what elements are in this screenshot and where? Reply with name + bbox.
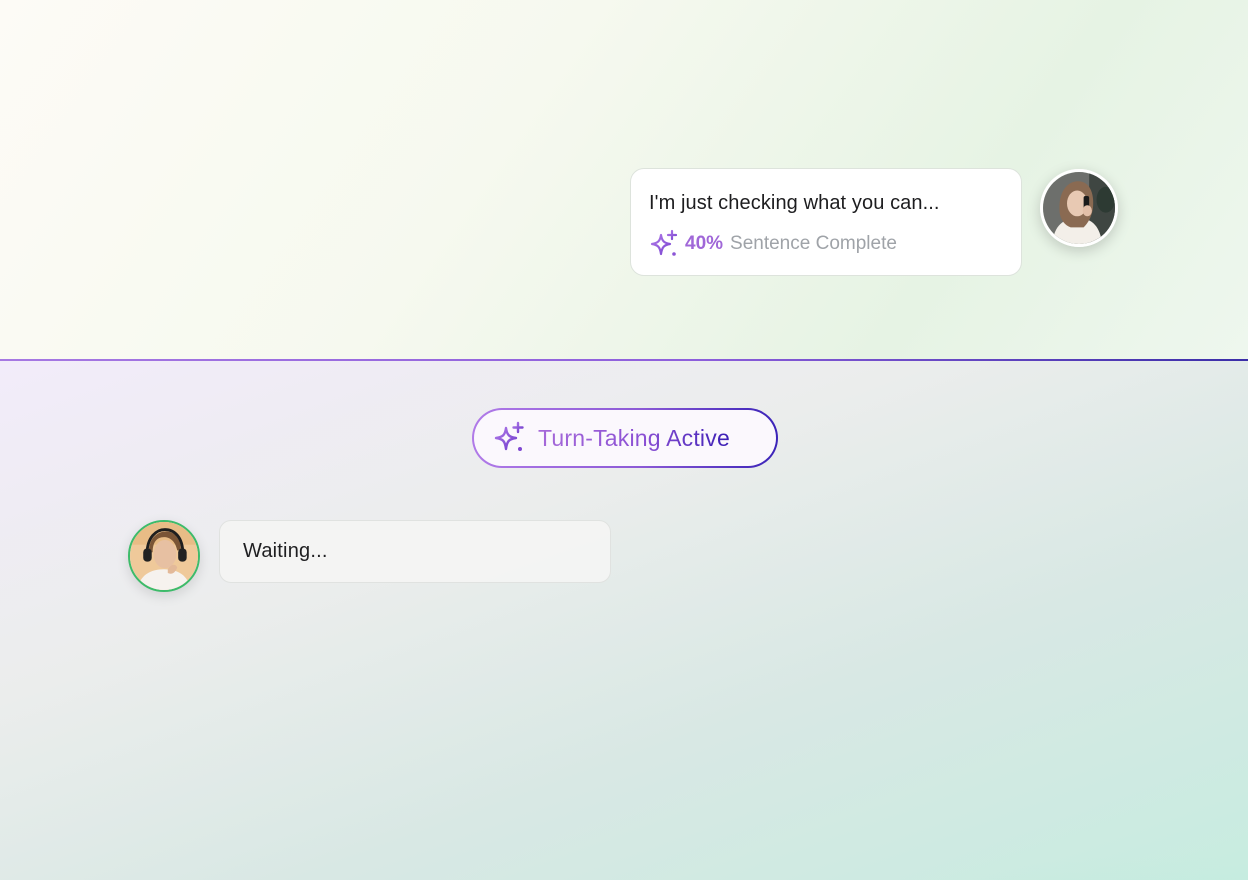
- agent-avatar-image: [130, 522, 198, 590]
- agent-avatar: [128, 520, 200, 592]
- sparkle-icon: [650, 229, 678, 256]
- reply-status-text: Waiting...: [243, 540, 328, 562]
- status-badge-label: Turn-Taking Active: [538, 424, 730, 451]
- caller-avatar: [1040, 169, 1118, 247]
- caller-avatar-image: [1043, 172, 1115, 244]
- sparkle-icon: [494, 421, 524, 451]
- turn-taking-status-badge: Turn-Taking Active: [472, 408, 778, 468]
- incoming-message-text: I'm just checking what you can...: [649, 192, 940, 214]
- progress-percent: 40%: [685, 233, 724, 254]
- sentence-progress: 40% Sentence Complete: [649, 229, 1021, 259]
- reply-status-bubble: Waiting...: [219, 520, 611, 583]
- incoming-message-bubble: I'm just checking what you can... 40% Se…: [630, 168, 1022, 276]
- progress-label: Sentence Complete: [730, 233, 897, 254]
